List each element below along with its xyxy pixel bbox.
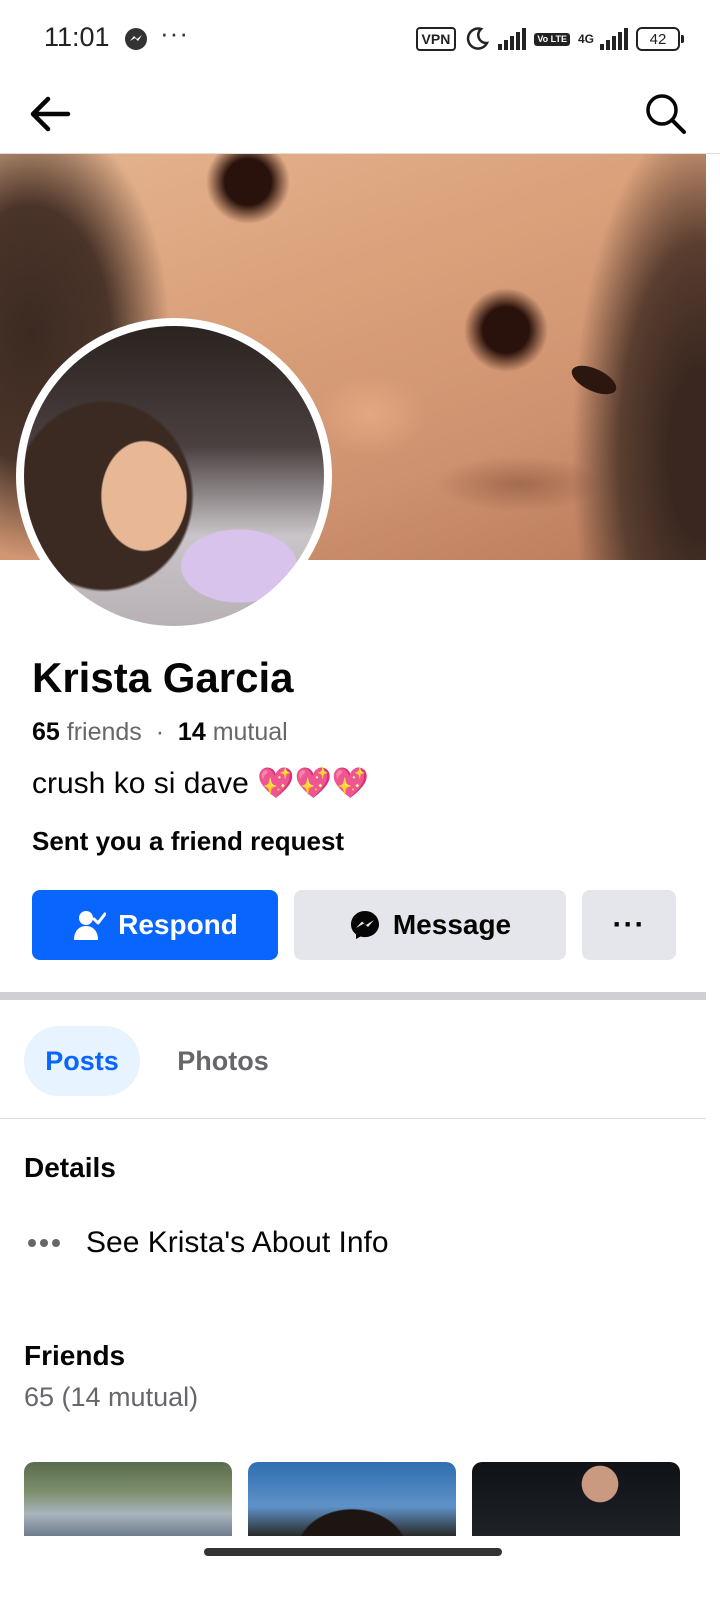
signal-strength-2-icon	[600, 28, 628, 50]
message-button[interactable]: Message	[294, 890, 566, 960]
profile-bio: crush ko si dave 💖💖💖	[32, 767, 370, 800]
search-button[interactable]	[638, 86, 694, 142]
message-label: Message	[392, 909, 512, 940]
mutual-label: mutual	[212, 718, 288, 746]
arrow-left-icon	[30, 96, 71, 132]
messenger-icon	[350, 911, 379, 939]
volte-icon: Vo LTE	[534, 32, 570, 46]
details-heading: Details	[24, 1152, 116, 1183]
more-options-button[interactable]: ···	[582, 890, 676, 960]
friend-thumbnail[interactable]	[472, 1462, 680, 1536]
friends-summary: 65 (14 mutual)	[24, 1382, 199, 1412]
profile-tabs: Posts Photos	[0, 1000, 706, 1119]
signal-strength-icon	[498, 28, 527, 50]
search-icon	[646, 94, 686, 134]
mutual-count: 14	[177, 718, 206, 746]
home-indicator[interactable]	[204, 1548, 502, 1556]
profile-name: Krista Garcia	[32, 654, 294, 701]
messenger-notification-icon	[125, 28, 147, 50]
friend-request-note: Sent you a friend request	[32, 826, 345, 856]
profile-picture-frame[interactable]	[16, 318, 332, 634]
do-not-disturb-moon-icon	[467, 27, 490, 50]
battery-level: 42	[649, 30, 667, 48]
friends-count: 65	[32, 718, 60, 746]
person-check-icon	[74, 911, 107, 940]
respond-label: Respond	[118, 909, 238, 940]
tab-photos[interactable]: Photos	[160, 1026, 286, 1096]
cover-photo-detail	[567, 359, 621, 401]
vpn-badge: VPN	[415, 27, 457, 51]
status-overflow-icon: ···	[160, 18, 189, 48]
respond-button[interactable]: Respond	[32, 890, 278, 960]
network-type-icon: 4G	[577, 32, 594, 46]
status-icons: VPN Vo LTE 4G 42	[415, 24, 684, 54]
friend-thumbnail[interactable]	[24, 1462, 232, 1536]
app-bar	[0, 76, 720, 154]
friends-heading: Friends	[24, 1340, 126, 1371]
avatar[interactable]	[24, 326, 324, 626]
about-info-link[interactable]: See Krista's About Info	[24, 1218, 389, 1268]
status-time: 11:01	[44, 22, 110, 52]
battery-icon: 42	[636, 27, 684, 51]
more-icon: ···	[612, 908, 646, 941]
section-divider	[0, 992, 706, 1000]
friends-label: friends	[66, 718, 142, 746]
about-info-label: See Krista's About Info	[86, 1226, 389, 1259]
back-button[interactable]	[22, 86, 78, 142]
friend-thumbnail[interactable]	[248, 1462, 456, 1536]
friends-count-line[interactable]: 65 friends · 14 mutual	[32, 718, 288, 747]
more-horizontal-icon	[28, 1239, 60, 1247]
status-bar: 11:01 ··· VPN Vo LTE 4G 42	[0, 0, 720, 76]
tab-posts[interactable]: Posts	[24, 1026, 140, 1096]
